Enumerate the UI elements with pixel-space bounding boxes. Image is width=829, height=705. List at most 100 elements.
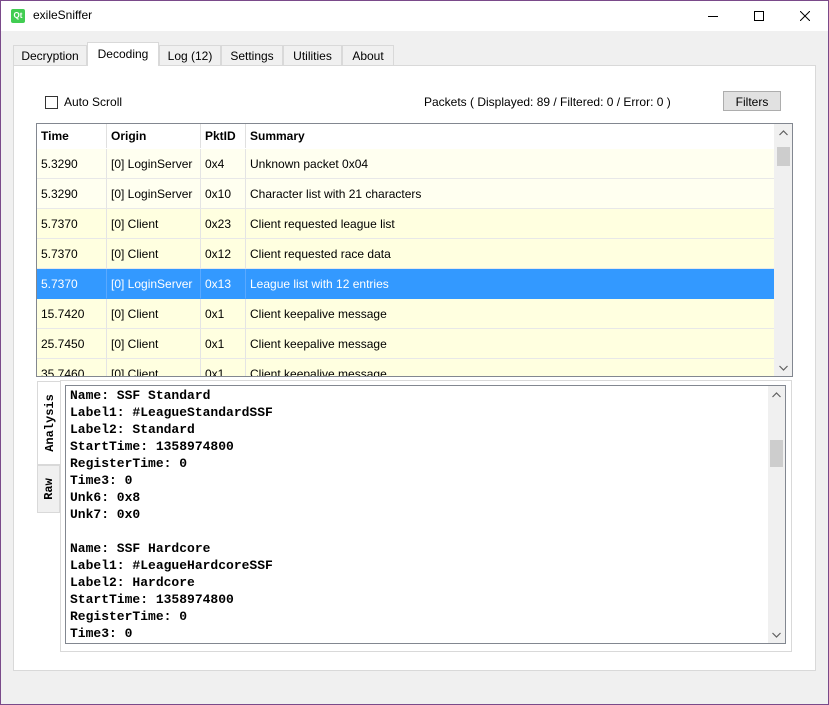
cell-summary: Unknown packet 0x04	[246, 149, 775, 179]
scroll-down-arrow[interactable]	[775, 359, 792, 376]
tab-utilities[interactable]: Utilities	[283, 45, 342, 65]
cell-summary: Client keepalive message	[246, 299, 775, 329]
scroll-thumb[interactable]	[777, 147, 790, 166]
analysis-line: Label2: Standard	[70, 422, 195, 437]
analysis-line: Time3: 0	[70, 626, 133, 641]
table-row[interactable]: 15.7420 [0] Client 0x1 Client keepalive mes…	[37, 299, 775, 329]
auto-scroll-checkbox[interactable]: Auto Scroll	[45, 94, 122, 110]
cell-summary: Client requested race data	[246, 239, 775, 269]
scroll-thumb[interactable]	[770, 440, 783, 467]
cell-time: 5.7370	[37, 239, 107, 269]
filters-button[interactable]: Filters	[723, 91, 781, 111]
analysis-text-content: Name: SSF Standard Label1: #LeagueStandar…	[70, 387, 273, 642]
analysis-line: Name: SSF Hardcore	[70, 541, 211, 556]
packets-status: Packets ( Displayed: 89 / Filtered: 0 / …	[424, 95, 671, 109]
window-title: exileSniffer	[33, 8, 93, 22]
cell-summary: League list with 12 entries	[246, 269, 775, 299]
cell-time: 25.7450	[37, 329, 107, 359]
column-header-origin[interactable]: Origin	[107, 124, 201, 148]
chevron-down-icon	[779, 365, 788, 371]
column-header-summary[interactable]: Summary	[246, 124, 775, 148]
table-row[interactable]: 5.7370 [0] Client 0x23 Client requested lea…	[37, 209, 775, 239]
table-row[interactable]: 5.3290 [0] LoginServer 0x4 Unknown packet 0…	[37, 149, 775, 179]
cell-time: 5.3290	[37, 179, 107, 209]
table-row[interactable]: 5.3290 [0] LoginServer 0x10 Character list …	[37, 179, 775, 209]
cell-pktid: 0x10	[201, 179, 246, 209]
analysis-line: Unk6: 0x8	[70, 490, 141, 505]
cell-origin: [0] LoginServer	[107, 179, 201, 209]
cell-pktid: 0x23	[201, 209, 246, 239]
tab-decryption[interactable]: Decryption	[13, 45, 87, 65]
analysis-line: Name: SSF Standard	[70, 388, 211, 403]
cell-pktid: 0x12	[201, 239, 246, 269]
table-row[interactable]: 35.7460 [0] Client 0x1 Client keepalive mes…	[37, 359, 775, 376]
chevron-up-icon	[772, 391, 781, 397]
tab-settings[interactable]: Settings	[221, 45, 283, 65]
cell-time: 15.7420	[37, 299, 107, 329]
chevron-up-icon	[779, 129, 788, 135]
tab-analysis[interactable]: Analysis	[37, 381, 62, 465]
analysis-text[interactable]: Name: SSF Standard Label1: #LeagueStandar…	[65, 385, 786, 644]
close-icon	[800, 11, 810, 21]
cell-origin: [0] Client	[107, 299, 201, 329]
scroll-up-arrow[interactable]	[768, 386, 785, 403]
analysis-line: StartTime: 1358974800	[70, 439, 234, 454]
table-row[interactable]: 5.7370 [0] LoginServer 0x13 League list wit…	[37, 269, 775, 299]
analysis-line: Unk7: 0x0	[70, 507, 141, 522]
cell-origin: [0] LoginServer	[107, 269, 201, 299]
chevron-down-icon	[772, 632, 781, 638]
main-window: Qt exileSniffer Decryption Decoding Log …	[0, 0, 829, 705]
cell-summary: Character list with 21 characters	[246, 179, 775, 209]
minimize-icon	[708, 16, 718, 17]
table-header: Time Origin PktID Summary	[37, 124, 775, 150]
cell-time: 5.7370	[37, 269, 107, 299]
auto-scroll-label: Auto Scroll	[64, 95, 123, 109]
cell-pktid: 0x4	[201, 149, 246, 179]
tab-analysis-label: Analysis	[43, 394, 58, 452]
scroll-up-arrow[interactable]	[775, 124, 792, 141]
analysis-line: Label2: Hardcore	[70, 575, 195, 590]
column-header-time[interactable]: Time	[37, 124, 107, 148]
title-bar: Qt exileSniffer	[1, 1, 828, 31]
cell-pktid: 0x13	[201, 269, 246, 299]
cell-time: 35.7460	[37, 359, 107, 376]
analysis-line: Label1: #LeagueHardcoreSSF	[70, 558, 273, 573]
tab-raw[interactable]: Raw	[37, 465, 60, 513]
tab-log[interactable]: Log (12)	[159, 45, 221, 65]
cell-summary: Client keepalive message	[246, 359, 775, 376]
cell-time: 5.3290	[37, 149, 107, 179]
cell-origin: [0] Client	[107, 329, 201, 359]
analysis-line: Label1: #LeagueStandardSSF	[70, 405, 273, 420]
analysis-line	[70, 523, 273, 540]
tab-decoding[interactable]: Decoding	[87, 42, 159, 66]
cell-origin: [0] Client	[107, 359, 201, 376]
table-row[interactable]: 25.7450 [0] Client 0x1 Client keepalive mes…	[37, 329, 775, 359]
minimize-button[interactable]	[690, 1, 736, 31]
cell-origin: [0] Client	[107, 209, 201, 239]
cell-summary: Client requested league list	[246, 209, 775, 239]
maximize-icon	[754, 11, 764, 21]
analysis-scrollbar[interactable]	[768, 386, 785, 643]
cell-pktid: 0x1	[201, 299, 246, 329]
packet-table[interactable]: Time Origin PktID Summary 5.3290 [0] Logi…	[36, 123, 793, 377]
checkbox-box[interactable]	[45, 95, 58, 109]
tab-about[interactable]: About	[342, 45, 394, 65]
cell-origin: [0] Client	[107, 239, 201, 269]
cell-summary: Client keepalive message	[246, 329, 775, 359]
cell-pktid: 0x1	[201, 329, 246, 359]
maximize-button[interactable]	[736, 1, 782, 31]
table-scrollbar[interactable]	[774, 124, 792, 376]
analysis-line: RegisterTime: 0	[70, 456, 188, 471]
analysis-line: StartTime: 1358974800	[70, 592, 234, 607]
analysis-line: RegisterTime: 0	[70, 609, 188, 624]
column-header-pktid[interactable]: PktID	[201, 124, 246, 148]
qt-app-icon: Qt	[11, 9, 25, 23]
cell-pktid: 0x1	[201, 359, 246, 376]
tab-raw-label: Raw	[41, 478, 56, 500]
table-row[interactable]: 5.7370 [0] Client 0x12 Client requested rac…	[37, 239, 775, 269]
analysis-line: Time3: 0	[70, 473, 133, 488]
close-button[interactable]	[782, 1, 828, 31]
cell-time: 5.7370	[37, 209, 107, 239]
scroll-down-arrow[interactable]	[768, 626, 785, 643]
cell-origin: [0] LoginServer	[107, 149, 201, 179]
